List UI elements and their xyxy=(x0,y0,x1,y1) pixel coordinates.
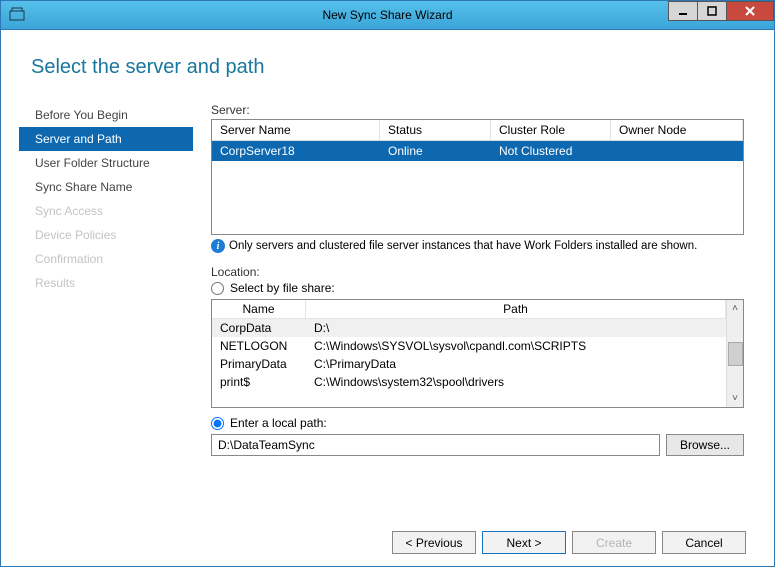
share-name: CorpData xyxy=(212,319,306,337)
share-row[interactable]: CorpData D:\ xyxy=(212,319,726,337)
nav-results: Results xyxy=(19,271,193,295)
page-title: Select the server and path xyxy=(31,56,746,79)
col-share-name[interactable]: Name xyxy=(212,300,306,318)
cell-status: Online xyxy=(380,141,491,161)
info-text: Only servers and clustered file server i… xyxy=(229,240,697,252)
window-buttons xyxy=(669,1,774,21)
create-button: Create xyxy=(572,531,656,554)
col-status[interactable]: Status xyxy=(380,120,491,140)
col-cluster-role[interactable]: Cluster Role xyxy=(491,120,611,140)
radio-select-by-share[interactable]: Select by file share: xyxy=(211,281,744,295)
radio-local-label: Enter a local path: xyxy=(230,416,327,430)
close-button[interactable] xyxy=(726,1,774,21)
titlebar: New Sync Share Wizard xyxy=(1,1,774,30)
cell-owner xyxy=(611,141,743,161)
location-label: Location: xyxy=(211,265,744,279)
share-scrollbar[interactable]: ˄ ˅ xyxy=(726,300,743,407)
wizard-footer: < Previous Next > Create Cancel xyxy=(392,531,746,554)
info-icon: i xyxy=(211,239,225,253)
col-share-path[interactable]: Path xyxy=(306,300,726,318)
radio-enter-local-path[interactable]: Enter a local path: xyxy=(211,416,744,430)
nav-sync-share-name[interactable]: Sync Share Name xyxy=(19,175,193,199)
nav-sync-access: Sync Access xyxy=(19,199,193,223)
maximize-button[interactable] xyxy=(697,1,727,21)
cancel-button[interactable]: Cancel xyxy=(662,531,746,554)
browse-button[interactable]: Browse... xyxy=(666,434,744,456)
nav-user-folder-structure[interactable]: User Folder Structure xyxy=(19,151,193,175)
radio-local-input[interactable] xyxy=(211,417,224,430)
minimize-button[interactable] xyxy=(668,1,698,21)
server-row[interactable]: CorpServer18 Online Not Clustered xyxy=(212,141,743,161)
server-label: Server: xyxy=(211,103,744,117)
share-name: NETLOGON xyxy=(212,337,306,355)
share-path: C:\Windows\SYSVOL\sysvol\cpandl.com\SCRI… xyxy=(306,337,726,355)
previous-button[interactable]: < Previous xyxy=(392,531,476,554)
nav-before-you-begin[interactable]: Before You Begin xyxy=(19,103,193,127)
share-row[interactable]: print$ C:\Windows\system32\spool\drivers xyxy=(212,373,726,391)
share-name: PrimaryData xyxy=(212,355,306,373)
nav-confirmation: Confirmation xyxy=(19,247,193,271)
nav-device-policies: Device Policies xyxy=(19,223,193,247)
wizard-nav: Before You Begin Server and Path User Fo… xyxy=(19,103,193,456)
scroll-up-icon[interactable]: ˄ xyxy=(727,300,743,317)
cell-cluster: Not Clustered xyxy=(491,141,611,161)
share-path: C:\PrimaryData xyxy=(306,355,726,373)
share-path: C:\Windows\system32\spool\drivers xyxy=(306,373,726,391)
info-row: i Only servers and clustered file server… xyxy=(211,239,744,253)
share-row[interactable]: PrimaryData C:\PrimaryData xyxy=(212,355,726,373)
share-list-header: Name Path xyxy=(212,300,726,319)
col-owner-node[interactable]: Owner Node xyxy=(611,120,743,140)
window-title: New Sync Share Wizard xyxy=(1,8,774,22)
col-server-name[interactable]: Server Name xyxy=(212,120,380,140)
server-list-header: Server Name Status Cluster Role Owner No… xyxy=(212,120,743,141)
share-list[interactable]: Name Path CorpData D:\ NETLOGON C:\Windo… xyxy=(211,299,744,408)
radio-share-label: Select by file share: xyxy=(230,281,335,295)
nav-server-and-path[interactable]: Server and Path xyxy=(19,127,193,151)
radio-share-input[interactable] xyxy=(211,282,224,295)
cell-server-name: CorpServer18 xyxy=(212,141,380,161)
share-path: D:\ xyxy=(306,319,726,337)
share-row[interactable]: NETLOGON C:\Windows\SYSVOL\sysvol\cpandl… xyxy=(212,337,726,355)
server-list[interactable]: Server Name Status Cluster Role Owner No… xyxy=(211,119,744,235)
scroll-thumb[interactable] xyxy=(728,342,743,366)
share-name: print$ xyxy=(212,373,306,391)
local-path-input[interactable] xyxy=(211,434,660,456)
scroll-down-icon[interactable]: ˅ xyxy=(727,390,743,407)
next-button[interactable]: Next > xyxy=(482,531,566,554)
